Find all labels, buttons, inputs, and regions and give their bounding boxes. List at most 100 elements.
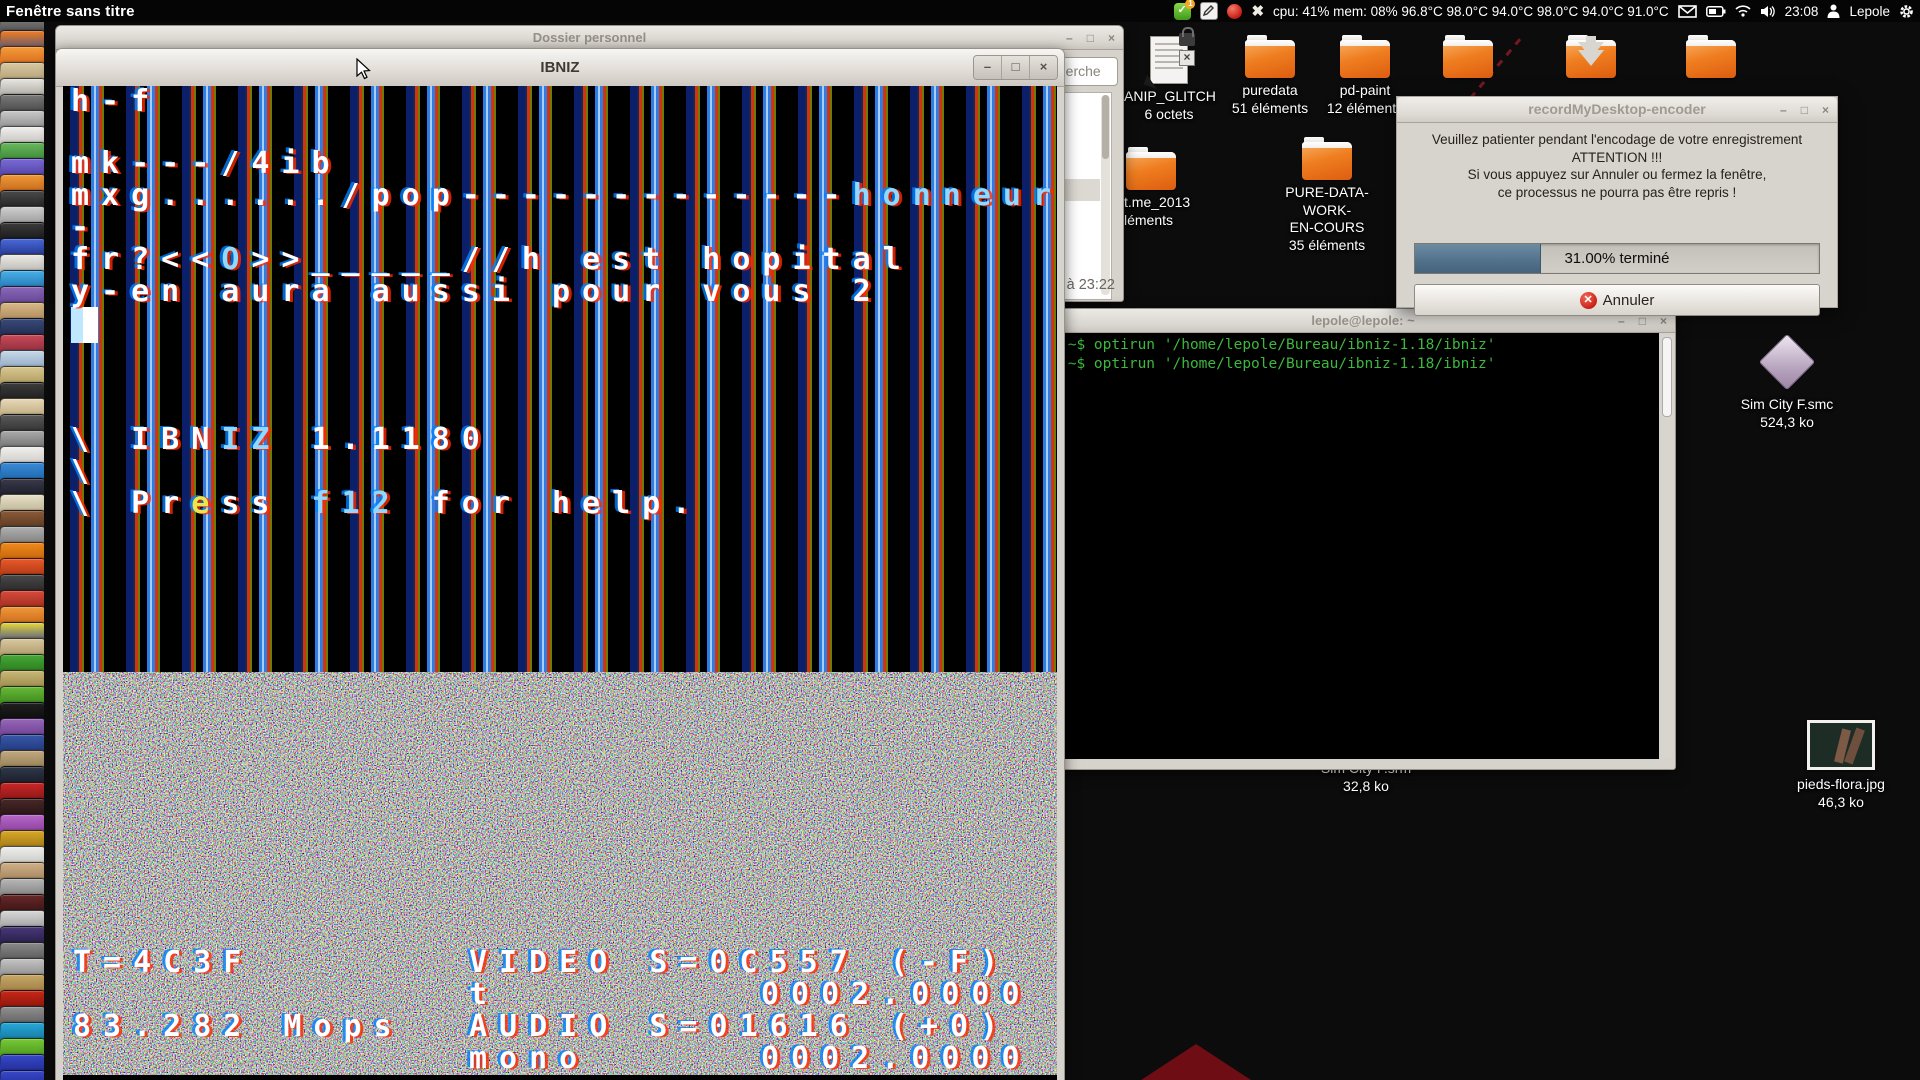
close-button[interactable]: × [1822,104,1829,116]
cross-tray-icon[interactable]: ✖ [1251,4,1264,19]
notes-tray-icon[interactable] [1200,2,1218,20]
ibniz-text-line: T=4C3F [73,948,253,978]
download-emblem-icon [1578,50,1604,66]
close-button[interactable]: × [1660,315,1667,327]
ibniz-text-line: \ IBNIZ 1.1180 [71,425,492,455]
folder-icon [1126,152,1176,190]
x-emblem-icon: × [1179,50,1195,66]
ibniz-screen[interactable]: h-f mk---/4ibmxg....../pop-------------ho… [63,86,1057,1080]
chat-tray-icon[interactable]: 1 [1174,3,1191,20]
folder-icon [1340,40,1390,78]
desktop-icon-label: Sim City F.smc [1732,396,1842,414]
ibniz-text-line: \ Press f12 for help. [71,489,702,519]
desktop-icon-folder-6[interactable] [1656,34,1766,82]
desktop-icon-label: 524,3 ko [1732,414,1842,432]
cancel-button-label: Annuler [1603,292,1655,309]
ibniz-text-line: h-f [71,87,161,117]
maximize-button[interactable]: □ [1801,104,1808,116]
desktop-icon-label: ANIP_GLITCH [1124,88,1214,106]
ibniz-window: IBNIZ – □ × h-f mk---/4ibmxg....../pop---… [55,48,1065,1080]
rom-file-icon [1759,334,1816,391]
ibniz-text-line: \ [71,457,101,487]
ibniz-text-line: fr?<<O>>_____//h est hopital [71,245,913,275]
terminal-window: lepole@lepole: ~ – □ × :~$ optirun '/hom… [1050,308,1676,770]
wifi-icon[interactable] [1735,5,1751,17]
dialog-message-line: Veuillez patienter pendant l'encodage de… [1407,131,1827,149]
file-timestamp: à 23:22 [1067,277,1115,293]
dialog-title: recordMyDesktop-encoder [1528,101,1705,117]
desktop-icon-sim-city-smc[interactable]: Sim City F.smc524,3 ko [1732,332,1842,431]
active-window-title: Fenêtre sans titre [6,3,135,20]
dock-app-icon[interactable] [0,1070,44,1080]
system-monitor-text: cpu: 41% mem: 08% 96.8°C 98.0°C 94.0°C 9… [1273,4,1669,19]
desktop-icon-pure-data-work-en-cours[interactable]: PURE-DATA-WORK-EN-COURS35 éléments [1262,136,1392,254]
ibniz-text-line: mk---/4ib [71,149,342,179]
ibniz-text-line: 0002.0000 [761,1044,1032,1074]
mail-icon[interactable] [1678,5,1697,18]
ibniz-text-line: y-en aura aussi pour vous 2 [71,277,883,307]
folder-icon [1245,40,1295,78]
ibniz-text-line: AUDIO S=01616 (+0) [469,1012,1010,1042]
clock[interactable]: 23:08 [1785,4,1819,19]
close-button[interactable]: × [1029,56,1057,79]
recordmydesktop-dialog: recordMyDesktop-encoder – □ × Veuillez p… [1396,96,1838,308]
file-list-panel [1063,92,1112,300]
folder-icon [1443,40,1493,78]
desktop-icon-label: PURE-DATA-WORK- [1262,184,1392,219]
ibniz-text-cursor [71,307,98,343]
desktop-icon-label: 32,8 ko [1311,778,1421,796]
encoding-progress-bar: 31.00% terminé [1414,243,1820,274]
ibniz-text-line: mono [469,1044,589,1074]
minimize-button[interactable]: – [1780,104,1787,116]
desktop-icon-pieds-flora[interactable]: pieds-flora.jpg46,3 ko [1786,718,1896,811]
gear-icon[interactable] [1899,4,1914,19]
file-icon: × [1150,36,1188,84]
arrow-emblem-icon [1144,75,1161,89]
file-list-row[interactable] [1064,179,1100,201]
scrollbar[interactable] [1101,95,1110,295]
desktop-icon-t-me-2013[interactable]: t.me_2013léments [1124,146,1224,229]
folder-download-icon [1566,40,1616,78]
desktop-icon-label: 51 éléments [1215,100,1325,118]
terminal-scrollbar[interactable] [1661,335,1673,757]
terminal-line: :~$ optirun '/home/lepole/Bureau/ibniz-1… [1059,336,1659,355]
minimize-button[interactable]: – [974,56,1001,79]
desktop-icon-label: 35 éléments [1262,237,1392,255]
desktop-icon-label: t.me_2013 [1124,194,1224,212]
close-button[interactable]: × [1108,32,1115,44]
ibniz-title: IBNIZ [540,59,579,76]
lock-emblem-icon [1179,33,1195,46]
ibniz-titlebar[interactable]: IBNIZ – □ × [56,49,1064,87]
notification-badge: 1 [1185,0,1195,9]
ibniz-text-line: mxg....../pop-------------honneur [71,181,1057,211]
desktop-icon-folder-download[interactable] [1536,34,1646,82]
user-menu[interactable]: Lepole [1849,4,1890,19]
desktop-icon-label: 6 octets [1124,106,1214,124]
ibniz-text-line: 0002.0000 [761,980,1032,1010]
dialog-message: Veuillez patienter pendant l'encodage de… [1407,131,1827,201]
maximize-button[interactable]: □ [1087,32,1094,44]
cancel-button[interactable]: ✕ Annuler [1414,284,1820,316]
desktop-icon-folder-4[interactable] [1413,34,1523,82]
dialog-titlebar[interactable]: recordMyDesktop-encoder – □ × [1397,97,1837,123]
filemanager-titlebar[interactable]: Dossier personnel – □ × [56,26,1123,50]
dialog-message-line: ce processus ne pourra pas être repris ! [1407,184,1827,202]
desktop-icon-label: puredata [1215,82,1325,100]
desktop-icon-label: pieds-flora.jpg [1786,776,1896,794]
menubar: Fenêtre sans titre 1 ✖ cpu: 41% mem: 08%… [0,0,1920,22]
minimize-button[interactable]: – [1618,315,1625,327]
maximize-button[interactable]: □ [1639,315,1646,327]
ibniz-text-line: t [469,980,499,1010]
folder-icon [1686,40,1736,78]
record-tray-icon[interactable] [1227,4,1242,19]
desktop-icon-manip-glitch[interactable]: × ANIP_GLITCH6 octets [1124,32,1214,123]
battery-icon[interactable] [1706,6,1726,17]
ibniz-text-line: VIDEO S=0C557 (-F) [469,948,1010,978]
desktop-icon-label: léments [1124,212,1224,230]
terminal-output[interactable]: :~$ optirun '/home/lepole/Bureau/ibniz-1… [1053,333,1659,759]
desktop-icon-puredata[interactable]: puredata51 éléments [1215,34,1325,117]
minimize-button[interactable]: – [1066,32,1073,44]
volume-icon[interactable] [1760,5,1776,18]
maximize-button[interactable]: □ [1001,56,1029,79]
ibniz-text-line: 83.282 Mops [73,1012,404,1042]
